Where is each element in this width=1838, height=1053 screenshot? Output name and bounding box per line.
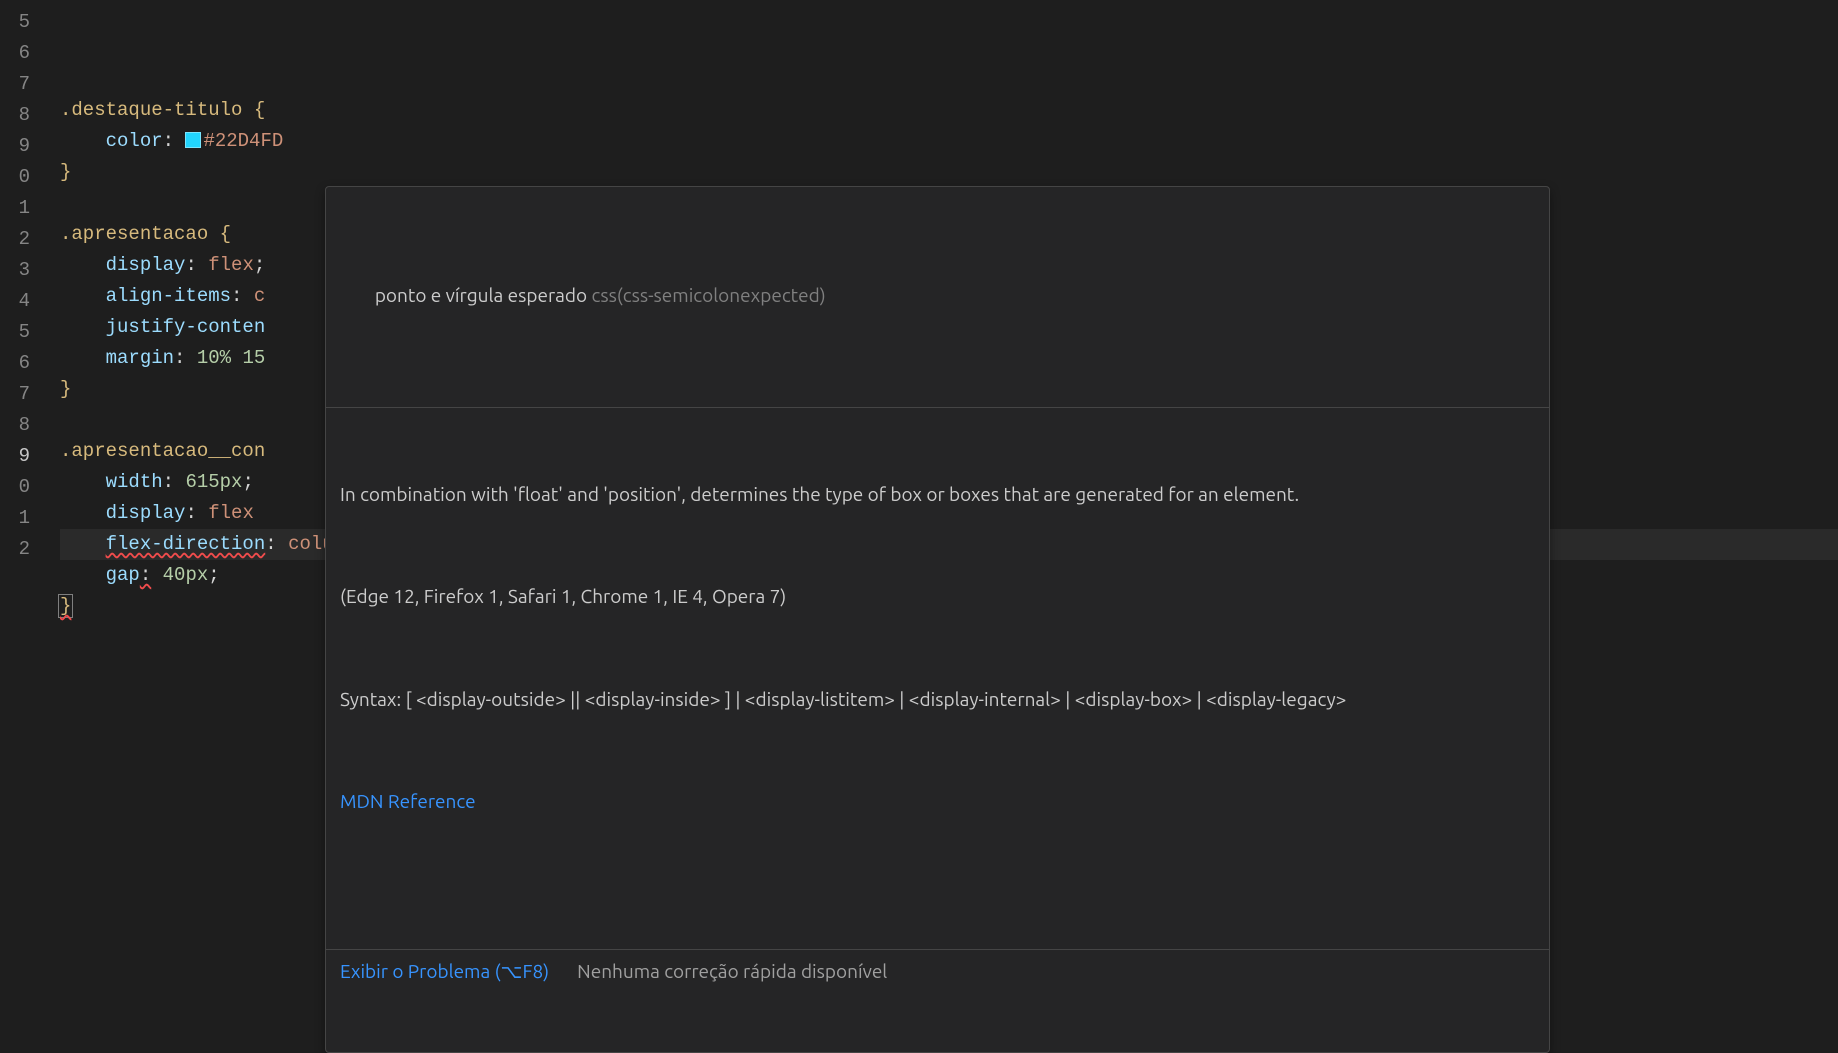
code-token: 615px	[185, 471, 242, 493]
code-token	[60, 285, 106, 307]
line-number: 2	[0, 224, 42, 255]
code-token: :	[140, 564, 151, 586]
code-line[interactable]: }	[60, 157, 1838, 188]
line-number: 5	[0, 7, 42, 38]
code-token: flex	[208, 502, 254, 524]
line-number: 4	[0, 286, 42, 317]
code-token: :	[185, 502, 208, 524]
code-token	[60, 347, 106, 369]
code-token: {	[254, 99, 265, 121]
code-token	[60, 471, 106, 493]
code-area[interactable]: .destaque-titulo { color: #22D4FD} .apres…	[42, 0, 1838, 668]
line-number: 2	[0, 534, 42, 565]
line-number: 1	[0, 193, 42, 224]
hover-diagnostic-message: ponto e vírgula esperado	[375, 284, 592, 306]
code-token: :	[231, 285, 254, 307]
view-problem-link[interactable]: Exibir o Problema (⌥F8)	[340, 957, 549, 986]
line-number: 7	[0, 69, 42, 100]
code-token: flex-direction	[106, 533, 266, 555]
code-token: align-items	[106, 285, 231, 307]
code-line[interactable]: color: #22D4FD	[60, 126, 1838, 157]
color-swatch-icon[interactable]	[185, 132, 201, 148]
code-token: :	[163, 471, 186, 493]
code-token	[60, 533, 106, 555]
line-number: 0	[0, 162, 42, 193]
code-token: 10% 15	[197, 347, 265, 369]
code-token: gap	[106, 564, 140, 586]
no-quickfix-label: Nenhuma correção rápida disponível	[577, 957, 887, 986]
code-token: }	[58, 594, 73, 618]
mdn-reference-link[interactable]: MDN Reference	[340, 790, 476, 812]
code-token: display	[106, 502, 186, 524]
code-token: .apresentacao__con	[60, 440, 265, 462]
code-token: margin	[106, 347, 174, 369]
line-number: 7	[0, 379, 42, 410]
code-token	[151, 564, 162, 586]
code-token	[60, 502, 106, 524]
code-token: ;	[208, 564, 219, 586]
line-number: 6	[0, 348, 42, 379]
code-token: {	[220, 223, 231, 245]
code-token: :	[174, 347, 197, 369]
code-line[interactable]: .destaque-titulo {	[60, 95, 1838, 126]
line-number: 9	[0, 131, 42, 162]
line-number: 0	[0, 472, 42, 503]
code-token: #22D4FD	[203, 130, 283, 152]
code-token	[60, 130, 106, 152]
hover-widget: ponto e vírgula esperado css(css-semicol…	[325, 186, 1550, 1053]
line-number: 9	[0, 441, 42, 472]
hover-browser-support: (Edge 12, Firefox 1, Safari 1, Chrome 1,…	[340, 582, 1535, 611]
code-token: :	[185, 254, 208, 276]
hover-description: In combination with 'float' and 'positio…	[340, 480, 1535, 509]
line-number: 6	[0, 38, 42, 69]
code-token: width	[106, 471, 163, 493]
line-number-gutter: 567890123456789012	[0, 0, 42, 668]
code-token: ;	[242, 471, 253, 493]
code-token: .apresentacao	[60, 223, 220, 245]
code-token: 40px	[163, 564, 209, 586]
code-token: }	[60, 378, 71, 400]
code-token: :	[163, 130, 186, 152]
code-token	[60, 254, 106, 276]
line-number: 8	[0, 410, 42, 441]
line-number: 3	[0, 255, 42, 286]
code-editor[interactable]: 567890123456789012 .destaque-titulo { co…	[0, 0, 1838, 668]
code-token: }	[60, 161, 71, 183]
line-number: 1	[0, 503, 42, 534]
code-token: ;	[254, 254, 265, 276]
code-token	[60, 316, 106, 338]
code-token: justify-conten	[106, 316, 266, 338]
hover-diagnostic-code: css(css-semicolonexpected)	[591, 284, 825, 306]
hover-status-bar: Exibir o Problema (⌥F8) Nenhuma correção…	[326, 949, 1549, 993]
code-token: :	[265, 533, 288, 555]
hover-syntax: Syntax: [ <display-outside> || <display-…	[340, 685, 1535, 714]
code-token: display	[106, 254, 186, 276]
code-token: .destaque-titulo	[60, 99, 254, 121]
code-token: color	[106, 130, 163, 152]
code-token: flex	[208, 254, 254, 276]
code-token: c	[254, 285, 265, 307]
hover-diagnostic: ponto e vírgula esperado css(css-semicol…	[326, 246, 1549, 348]
line-number: 5	[0, 317, 42, 348]
code-token	[60, 564, 106, 586]
line-number: 8	[0, 100, 42, 131]
hover-documentation: In combination with 'float' and 'positio…	[326, 407, 1549, 890]
